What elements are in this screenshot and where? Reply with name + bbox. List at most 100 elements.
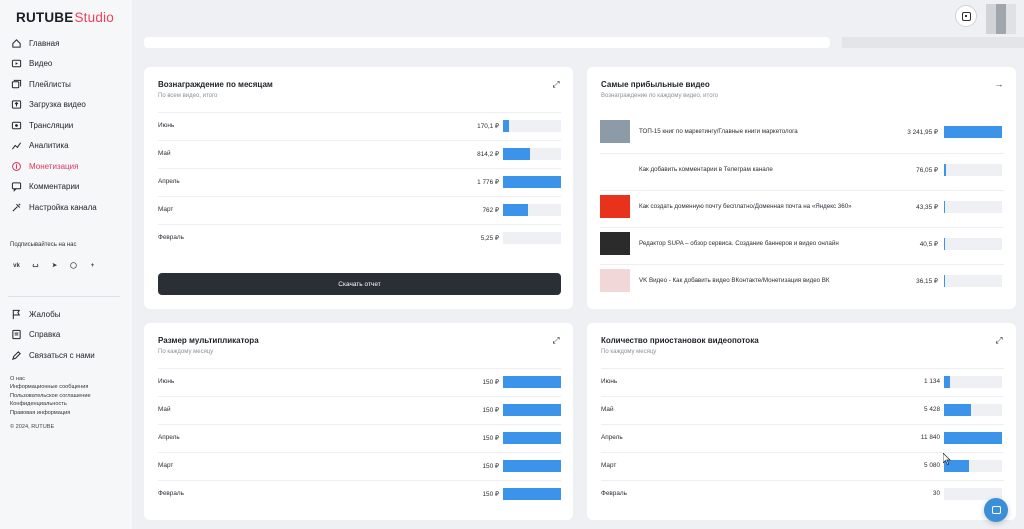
video-title[interactable]: ТОП-15 книг по маркетингу/Главные книги …	[639, 128, 798, 135]
card-title: Количество приостановок видеопотока	[601, 336, 759, 345]
row-label: Март	[158, 206, 174, 213]
row-value: 5 080	[924, 462, 940, 469]
social-vk-icon[interactable]: vk	[10, 259, 23, 272]
value-bar	[944, 164, 1002, 176]
card-title: Вознаграждение по месяцам	[158, 80, 273, 89]
sidebar-item-playlist[interactable]: Плейлисты	[10, 74, 130, 95]
sidebar-item-label: Настройка канала	[29, 202, 97, 212]
table-row: Февраль 5,25 ₽	[158, 224, 561, 252]
social-more-icon[interactable]: +	[86, 259, 99, 272]
table-row: Июнь 150 ₽	[158, 368, 561, 396]
sidebar-item-contact[interactable]: Связаться с нами	[10, 345, 130, 366]
row-label: Июнь	[601, 378, 618, 385]
upload-icon	[10, 99, 22, 111]
value-bar-fill	[944, 376, 950, 388]
expand-icon[interactable]: ⤢	[551, 79, 561, 89]
row-value: 76,05 ₽	[916, 167, 938, 174]
row-value: 43,35 ₽	[916, 204, 938, 211]
multiplier-card: Размер мультипликатора По каждому месяцу…	[144, 323, 573, 520]
download-report-button[interactable]: Скачать отчет	[158, 273, 561, 295]
sidebar-item-help[interactable]: Справка	[10, 325, 130, 346]
value-bar	[503, 376, 561, 388]
card-subtitle: По всем видео, итого	[158, 93, 218, 99]
sidebar-item-home[interactable]: Главная	[10, 33, 130, 54]
value-bar-fill	[944, 432, 1002, 444]
video-thumbnail[interactable]	[600, 158, 630, 181]
value-bar-fill	[944, 275, 946, 287]
expand-icon[interactable]: ⤢	[994, 335, 1004, 345]
top-filter-bar[interactable]	[144, 37, 830, 48]
video-title[interactable]: Как создать доменную почту бесплатно/Дом…	[639, 203, 852, 210]
video-title[interactable]: VK Видео - Как добавить видео ВКонтакте/…	[639, 277, 830, 284]
video-thumbnail[interactable]	[600, 195, 630, 218]
row-label: Апрель	[158, 434, 180, 441]
sidebar: RUTUBEStudio Главная Видео Плейлисты Загруз…	[0, 0, 132, 529]
value-bar	[944, 238, 1002, 250]
social-links: vk ꙍ ➤ ◯ +	[10, 259, 99, 272]
sidebar-item-label: Жалобы	[29, 309, 61, 319]
video-thumbnail[interactable]	[600, 120, 630, 143]
footer-link[interactable]: О нас	[10, 375, 91, 383]
video-row[interactable]: Редактор SUPA – обзор сервиса. Создание …	[600, 227, 1004, 264]
table-row: Май 814,2 ₽	[158, 140, 561, 168]
video-thumbnail[interactable]	[600, 232, 630, 255]
video-thumbnail[interactable]	[600, 269, 630, 292]
value-bar	[503, 176, 561, 188]
footer-link[interactable]: Правовая информация	[10, 409, 91, 417]
flag-icon	[10, 308, 22, 320]
value-bar-fill	[503, 176, 561, 188]
footer-link[interactable]: Конфиденциальность	[10, 400, 91, 408]
rutube-studio-logo[interactable]: RUTUBEStudio	[16, 10, 114, 25]
secondary-navigation: Жалобы Справка Связаться с нами	[10, 304, 130, 366]
playlist-icon	[10, 78, 22, 90]
footer-link[interactable]: Пользовательское соглашение	[10, 392, 91, 400]
value-bar-fill	[944, 201, 946, 213]
sidebar-item-label: Главная	[29, 38, 60, 48]
row-label: Февраль	[601, 490, 627, 497]
comments-icon	[10, 181, 22, 193]
sidebar-item-settings[interactable]: Настройка канала	[10, 197, 130, 218]
video-title[interactable]: Редактор SUPA – обзор сервиса. Создание …	[639, 240, 839, 247]
sidebar-item-video[interactable]: Видео	[10, 54, 130, 75]
value-bar	[503, 460, 561, 472]
sidebar-item-broadcast[interactable]: Трансляции	[10, 115, 130, 136]
social-tg-icon[interactable]: ➤	[48, 259, 61, 272]
table-row: Апрель 1 776 ₽	[158, 168, 561, 196]
video-icon	[10, 58, 22, 70]
value-bar-fill	[503, 432, 561, 444]
value-bar	[503, 488, 561, 500]
row-label: Июнь	[158, 378, 175, 385]
video-row[interactable]: VK Видео - Как добавить видео ВКонтакте/…	[600, 264, 1004, 301]
video-row[interactable]: Как добавить комментарии в Телеграм кана…	[600, 153, 1004, 190]
support-chat-button[interactable]	[984, 498, 1008, 522]
row-label: Февраль	[158, 234, 184, 241]
avatar[interactable]	[986, 4, 1016, 34]
social-wa-icon[interactable]: ◯	[67, 259, 80, 272]
card-subtitle: По каждому месяцу	[158, 349, 214, 355]
sidebar-item-monetization[interactable]: Монетизация	[10, 156, 130, 177]
row-value: 3 241,95 ₽	[907, 129, 938, 136]
sidebar-item-analytics[interactable]: Аналитика	[10, 136, 130, 157]
value-bar	[944, 460, 1002, 472]
social-ok-icon[interactable]: ꙍ	[29, 259, 42, 272]
value-bar-fill	[503, 120, 509, 132]
sidebar-item-upload[interactable]: Загрузка видео	[10, 95, 130, 116]
video-row[interactable]: ТОП-15 книг по маркетингу/Главные книги …	[600, 116, 1004, 153]
footer-link[interactable]: Информационные сообщения	[10, 383, 91, 391]
video-title[interactable]: Как добавить комментарии в Телеграм кана…	[639, 166, 773, 173]
value-bar	[503, 120, 561, 132]
sidebar-item-flag[interactable]: Жалобы	[10, 304, 130, 325]
value-bar-fill	[503, 204, 528, 216]
card-title: Размер мультипликатора	[158, 336, 259, 345]
camera-icon	[961, 11, 971, 21]
video-row[interactable]: Как создать доменную почту бесплатно/Дом…	[600, 190, 1004, 227]
value-bar	[503, 204, 561, 216]
sidebar-item-comments[interactable]: Комментарии	[10, 177, 130, 198]
expand-icon[interactable]: ⤢	[551, 335, 561, 345]
arrow-right-icon[interactable]: →	[994, 79, 1004, 89]
row-label: Май	[158, 150, 171, 157]
home-icon	[10, 37, 22, 49]
camera-button[interactable]	[955, 5, 977, 27]
value-bar	[503, 148, 561, 160]
row-value: 5,25 ₽	[480, 235, 499, 242]
